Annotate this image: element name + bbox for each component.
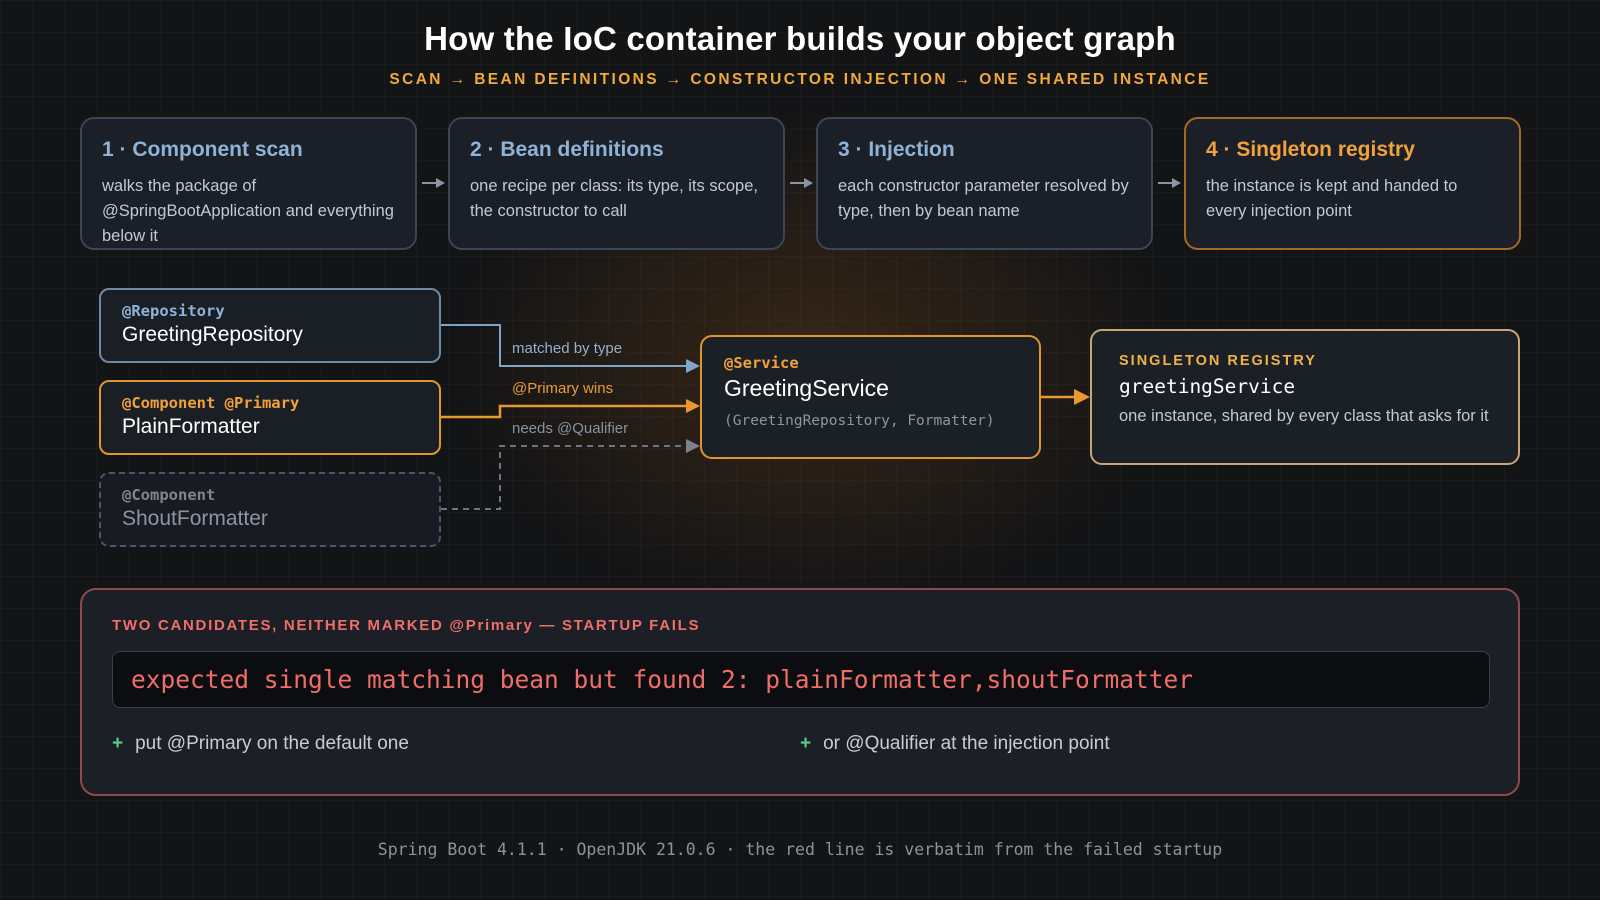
plus-icon: + <box>800 733 812 754</box>
connection-label-needs-qualifier: needs @Qualifier <box>512 420 629 437</box>
plus-icon: + <box>112 733 124 754</box>
connector-primary-wins <box>441 399 700 419</box>
service-annotation: @Service <box>724 354 799 372</box>
bean-annotation: @Component <box>122 486 216 504</box>
connector-needs-qualifier <box>441 439 700 510</box>
error-message: expected single matching bean but found … <box>112 651 1490 708</box>
error-heading: TWO CANDIDATES, NEITHER MARKED @Primary … <box>112 617 701 634</box>
error-panel: TWO CANDIDATES, NEITHER MARKED @Primary … <box>80 588 1520 796</box>
service-constructor-signature: (GreetingRepository, Formatter) <box>724 413 995 429</box>
bean-annotation: @Repository <box>122 302 225 320</box>
bean-greeting-repository: @Repository GreetingRepository <box>99 288 441 363</box>
connection-label-primary-wins: @Primary wins <box>512 380 614 397</box>
connection-label-matched-by-type: matched by type <box>512 340 623 357</box>
bean-name: PlainFormatter <box>122 415 260 438</box>
service-greeting-service: @Service GreetingService (GreetingReposi… <box>700 335 1041 459</box>
bean-shout-formatter: @Component ShoutFormatter <box>99 472 441 547</box>
registry-description: one instance, shared by every class that… <box>1119 407 1489 425</box>
bean-name: GreetingRepository <box>122 323 303 346</box>
service-name: GreetingService <box>724 375 889 401</box>
footer-note: Spring Boot 4.1.1 · OpenJDK 21.0.6 · the… <box>377 840 1223 859</box>
singleton-registry-box: SINGLETON REGISTRY greetingService one i… <box>1090 329 1520 465</box>
fix-text: or @Qualifier at the injection point <box>823 733 1110 754</box>
bean-name: ShoutFormatter <box>122 507 268 530</box>
bean-plain-formatter: @Component @Primary PlainFormatter <box>99 380 441 455</box>
connector-service-to-registry <box>1041 389 1090 405</box>
fix-primary: + put @Primary on the default one <box>112 733 409 755</box>
fix-text: put @Primary on the default one <box>135 733 409 754</box>
fix-qualifier: + or @Qualifier at the injection point <box>800 733 1110 755</box>
registry-bean-name: greetingService <box>1119 375 1296 398</box>
registry-label: SINGLETON REGISTRY <box>1119 353 1317 369</box>
bean-annotation: @Component @Primary <box>122 394 300 412</box>
